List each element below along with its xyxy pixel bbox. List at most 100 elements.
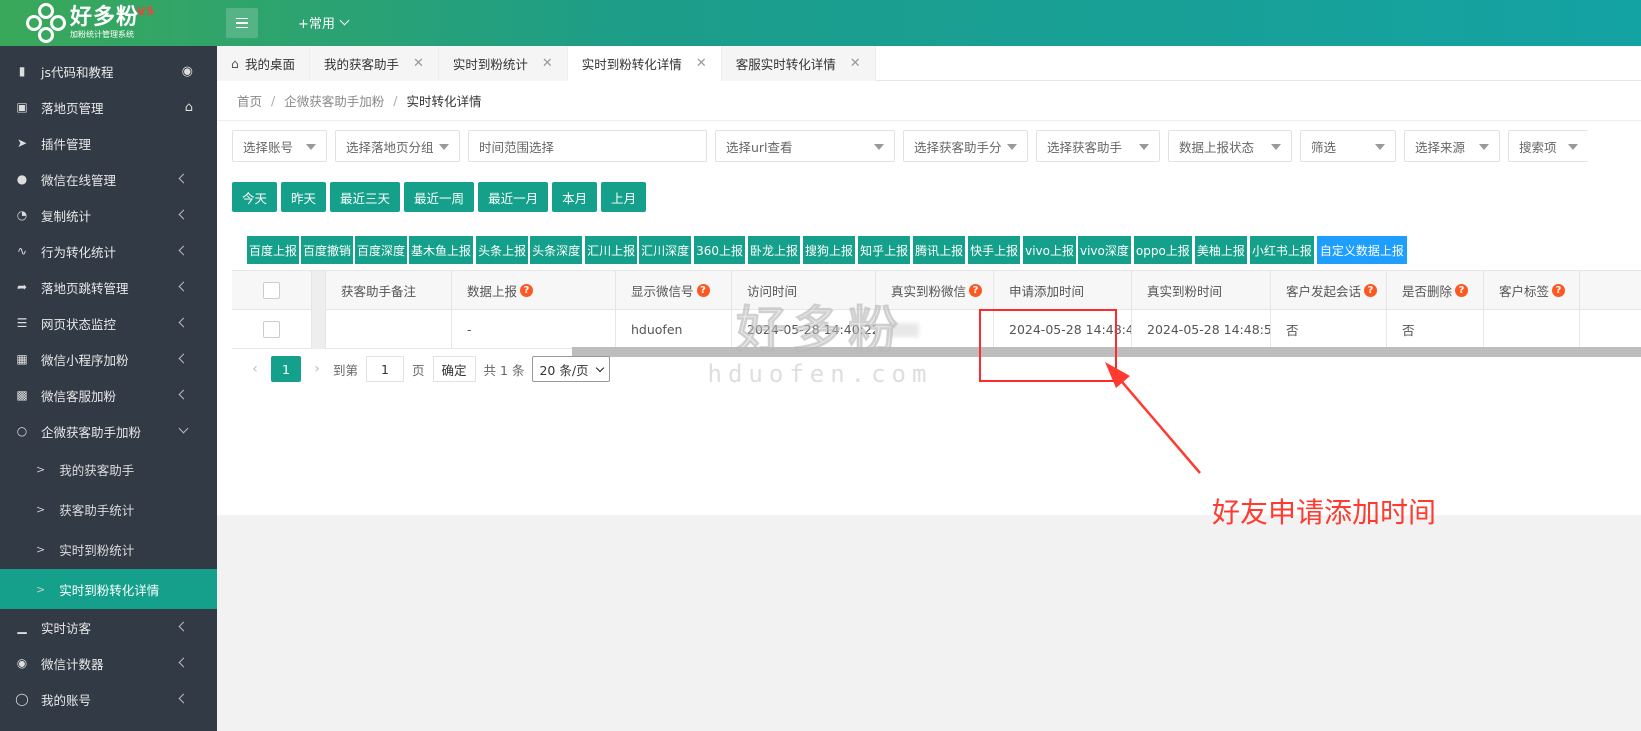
last-month-button[interactable]: 最近一月 xyxy=(478,182,549,212)
help-icon[interactable]: ? xyxy=(1455,284,1469,297)
goto-page-input[interactable]: 1 xyxy=(366,356,405,382)
sidebar-item-realtime-visitors[interactable]: ▁ 实时访客 xyxy=(0,609,217,645)
landing-page-icon: ▣ xyxy=(16,100,28,114)
wechat-icon: ● xyxy=(16,172,28,186)
sidebar-subitem-assistant-stats[interactable]: > 获客助手统计 xyxy=(0,489,217,529)
wolong-report-button[interactable]: 卧龙上报 xyxy=(748,236,801,264)
sidebar-item-landing-jump[interactable]: ➦ 落地页跳转管理 xyxy=(0,269,217,305)
screen-select[interactable]: 筛选 xyxy=(1300,130,1396,162)
close-icon[interactable]: ✕ xyxy=(413,56,424,71)
vivo-report-button[interactable]: vivo上报 xyxy=(1023,236,1076,264)
sidebar-item-miniprogram[interactable]: ▦ 微信小程序加粉 xyxy=(0,341,217,377)
sidebar-item-behavior-stats[interactable]: ∿ 行为转化统计 xyxy=(0,233,217,269)
kuaishou-report-button[interactable]: 快手上报 xyxy=(968,236,1021,264)
chevron-left-icon xyxy=(178,353,189,364)
sidebar-item-plugins[interactable]: ➤ 插件管理 xyxy=(0,125,217,161)
sidebar-item-label: 我的账号 xyxy=(41,692,92,708)
fixed-column-divider xyxy=(312,310,326,349)
prev-month-button[interactable]: 上月 xyxy=(601,182,647,212)
landing-group-select[interactable]: 选择落地页分组 xyxy=(335,130,460,162)
tab-realtime-stats[interactable]: 实时到粉统计 ✕ xyxy=(438,46,568,81)
tab-service-detail[interactable]: 客服实时转化详情 ✕ xyxy=(721,46,876,81)
sidebar-subitem-label: 获客助手统计 xyxy=(59,502,135,518)
last-3-days-button[interactable]: 最近三天 xyxy=(330,182,401,212)
goto-confirm-button[interactable]: 确定 xyxy=(432,356,476,382)
sidebar-subitem-label: 实时到粉转化详情 xyxy=(59,582,160,598)
sidebar-item-wechat-online[interactable]: ● 微信在线管理 xyxy=(0,161,217,197)
tab-my-desktop[interactable]: ⌂ 我的桌面 xyxy=(217,46,310,81)
logo-name: 好多粉 xyxy=(70,5,140,30)
assistant-select[interactable]: 选择获客助手 xyxy=(1036,130,1160,162)
sidebar-subitem-label: 我的获客助手 xyxy=(59,462,135,478)
baidu-deep-button[interactable]: 百度深度 xyxy=(355,236,408,264)
sidebar-subitem-realtime-stats[interactable]: > 实时到粉统计 xyxy=(0,529,217,569)
assistant-group-select[interactable]: 选择获客助手分组 xyxy=(903,130,1028,162)
page-number-current[interactable]: 1 xyxy=(271,356,301,382)
dropdown-icon xyxy=(1139,144,1149,150)
sidebar-item-label: 微信在线管理 xyxy=(41,172,117,188)
search-item-select[interactable]: 搜索项 xyxy=(1508,130,1588,162)
jimuyu-report-button[interactable]: 基木鱼上报 xyxy=(409,236,474,264)
page-size-select[interactable]: 20 条/页 xyxy=(532,356,610,382)
zhihu-report-button[interactable]: 知乎上报 xyxy=(858,236,911,264)
fixed-column-divider xyxy=(312,271,326,310)
baidu-report-button[interactable]: 百度上报 xyxy=(247,236,300,264)
xiaohongshu-report-button[interactable]: 小红书上报 xyxy=(1249,236,1314,264)
data-panel: 选择账号 选择落地页分组 时间范围选择 选择url查看 选择获客助手分组 选择获… xyxy=(217,121,1641,515)
sidebar-item-wechat-service[interactable]: ▩ 微信客服加粉 xyxy=(0,377,217,413)
sidebar-item-label: 微信客服加粉 xyxy=(41,388,117,404)
sidebar-item-wechat-counter[interactable]: ◉ 微信计数器 xyxy=(0,645,217,681)
sidebar-item-page-monitor[interactable]: ☰ 网页状态监控 xyxy=(0,305,217,341)
cell-more xyxy=(1580,310,1641,349)
close-icon[interactable]: ✕ xyxy=(696,56,707,71)
sidebar-item-my-account[interactable]: ◯ 我的账号 xyxy=(0,681,217,717)
toutiao-report-button[interactable]: 头条上报 xyxy=(476,236,529,264)
time-range-input[interactable]: 时间范围选择 xyxy=(468,130,707,162)
sogou-report-button[interactable]: 搜狗上报 xyxy=(803,236,856,264)
meiyou-report-button[interactable]: 美柚上报 xyxy=(1194,236,1247,264)
sidebar-subitem-my-assistant[interactable]: > 我的获客助手 xyxy=(0,449,217,489)
huichuan-report-button[interactable]: 汇川上报 xyxy=(585,236,638,264)
custom-report-button[interactable]: 自定义数据上报 xyxy=(1316,236,1407,264)
account-select[interactable]: 选择账号 xyxy=(232,130,327,162)
this-month-button[interactable]: 本月 xyxy=(552,182,598,212)
select-all-checkbox[interactable] xyxy=(263,282,280,299)
help-icon[interactable]: ? xyxy=(1552,284,1566,297)
yesterday-button[interactable]: 昨天 xyxy=(281,182,327,212)
close-icon[interactable]: ✕ xyxy=(850,56,861,71)
sidebar-item-js-code[interactable]: ▮ js代码和教程 ◉ xyxy=(0,53,217,89)
help-icon[interactable]: ? xyxy=(1364,284,1378,297)
logo[interactable]: 好多粉 V5 加粉统计管理系统 xyxy=(0,0,217,46)
home-icon: ⌂ xyxy=(231,56,239,71)
tab-my-assistant[interactable]: 我的获客助手 ✕ xyxy=(309,46,439,81)
row-checkbox[interactable] xyxy=(263,321,280,338)
huichuan-deep-button[interactable]: 汇川深度 xyxy=(639,236,692,264)
help-icon[interactable]: ? xyxy=(520,284,534,297)
close-icon[interactable]: ✕ xyxy=(542,56,553,71)
360-report-button[interactable]: 360上报 xyxy=(694,236,746,264)
help-icon[interactable]: ? xyxy=(969,284,983,297)
vivo-deep-button[interactable]: vivo深度 xyxy=(1078,236,1131,264)
menu-toggle-button[interactable] xyxy=(226,8,258,38)
tencent-report-button[interactable]: 腾讯上报 xyxy=(913,236,966,264)
tab-realtime-detail[interactable]: 实时到粉转化详情 ✕ xyxy=(567,46,722,81)
today-button[interactable]: 今天 xyxy=(232,182,278,212)
report-status-select[interactable]: 数据上报状态 xyxy=(1168,130,1292,162)
url-select[interactable]: 选择url查看 xyxy=(715,130,895,162)
help-icon[interactable]: ? xyxy=(696,284,710,297)
prev-page-icon[interactable]: ‹ xyxy=(247,361,263,377)
toutiao-deep-button[interactable]: 头条深度 xyxy=(530,236,583,264)
source-select[interactable]: 选择来源 xyxy=(1404,130,1500,162)
baidu-revoke-button[interactable]: 百度撤销 xyxy=(301,236,354,264)
col-more-header xyxy=(1580,271,1641,310)
sidebar-item-wework-assistant[interactable]: ○ 企微获客助手加粉 xyxy=(0,413,217,449)
common-menu-dropdown[interactable]: +常用 xyxy=(298,13,350,32)
sidebar-subitem-realtime-detail[interactable]: > 实时到粉转化详情 xyxy=(0,569,217,609)
last-week-button[interactable]: 最近一周 xyxy=(404,182,475,212)
next-page-icon[interactable]: › xyxy=(309,361,325,377)
breadcrumb-parent[interactable]: 企微获客助手加粉 xyxy=(284,91,384,110)
oppo-report-button[interactable]: oppo上报 xyxy=(1133,236,1192,264)
sidebar-item-landing-page[interactable]: ▣ 落地页管理 ⌂ xyxy=(0,89,217,125)
breadcrumb-home[interactable]: 首页 xyxy=(237,91,262,110)
sidebar-item-copy-stats[interactable]: ◔ 复制统计 xyxy=(0,197,217,233)
